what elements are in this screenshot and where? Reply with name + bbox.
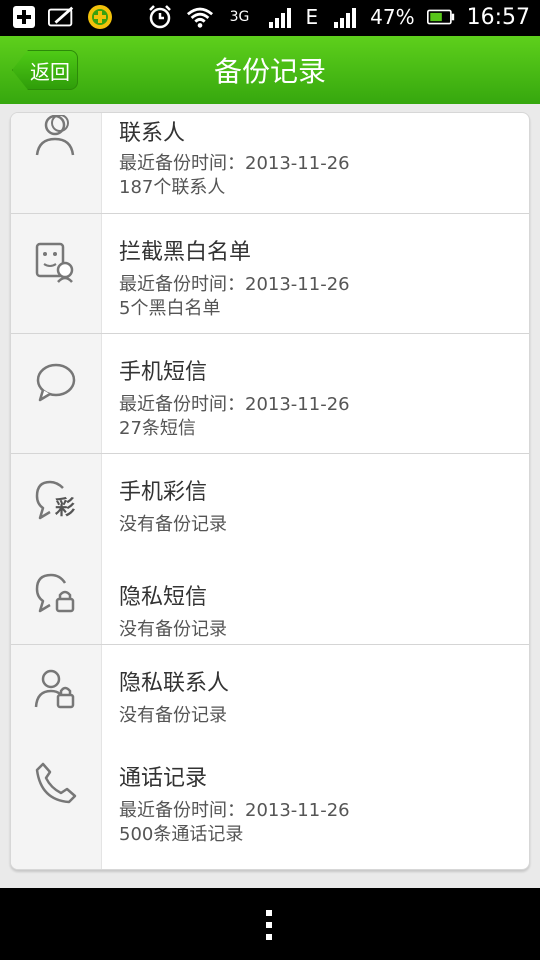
backup-item-contacts[interactable]: 联系人 最近备份时间：2013-11-26 187个联系人 (11, 113, 529, 213)
item-title: 隐私短信 (119, 585, 208, 610)
item-last-backup: 最近备份时间：2013-11-26 (119, 800, 350, 821)
signal-2-icon (330, 4, 358, 30)
clock: 16:57 (466, 4, 530, 30)
item-last-backup: 最近备份时间：2013-11-26 (119, 274, 350, 295)
system-nav-bar (0, 888, 540, 960)
backup-item-private-contacts[interactable]: 隐私联系人 没有备份记录 (11, 645, 529, 740)
item-last-backup: 最近备份时间：2013-11-26 (119, 394, 350, 415)
mms-icon: 彩 (33, 478, 79, 524)
network-e-indicator: E (305, 5, 319, 29)
backup-item-sms[interactable]: 手机短信 最近备份时间：2013-11-26 27条短信 (11, 334, 529, 453)
wifi-icon (186, 4, 214, 30)
item-count: 5个黑白名单 (119, 298, 221, 319)
blocklist-icon (33, 240, 79, 286)
battery-icon (426, 4, 455, 30)
backup-records-card: 联系人 最近备份时间：2013-11-26 187个联系人 拦截黑白名单 最近备… (10, 112, 530, 870)
item-last-backup: 最近备份时间：2013-11-26 (119, 153, 350, 174)
item-count: 500条通话记录 (119, 824, 244, 845)
item-title: 手机短信 (119, 360, 208, 385)
private-contacts-icon (33, 667, 79, 713)
backup-item-blocklist[interactable]: 拦截黑白名单 最近备份时间：2013-11-26 5个黑白名单 (11, 214, 529, 333)
item-title: 拦截黑白名单 (119, 240, 252, 265)
add-notification-icon (10, 4, 38, 30)
item-title: 手机彩信 (119, 480, 208, 505)
backup-list-area: 联系人 最近备份时间：2013-11-26 187个联系人 拦截黑白名单 最近备… (0, 104, 540, 888)
item-status: 没有备份记录 (119, 514, 227, 535)
signal-icon (266, 4, 294, 30)
backup-item-private-sms[interactable]: 隐私短信 没有备份记录 (11, 549, 529, 644)
page-title: 备份记录 (213, 55, 326, 88)
item-title: 通话记录 (119, 766, 208, 791)
svg-text:彩: 彩 (54, 495, 75, 519)
menu-icon[interactable] (266, 910, 274, 946)
item-status: 没有备份记录 (119, 619, 227, 640)
call-log-icon (33, 760, 79, 806)
contacts-icon (33, 114, 79, 161)
battery-percent: 47% (370, 5, 415, 29)
item-count: 27条短信 (119, 418, 196, 439)
item-title: 隐私联系人 (119, 671, 230, 696)
private-sms-icon (33, 571, 79, 617)
backup-item-mms[interactable]: 彩 手机彩信 没有备份记录 (11, 454, 529, 549)
backup-item-call-log[interactable]: 通话记录 最近备份时间：2013-11-26 500条通话记录 (11, 740, 529, 860)
item-status: 没有备份记录 (119, 705, 227, 726)
title-bar: 返回 备份记录 (0, 36, 540, 104)
item-title: 联系人 (119, 121, 186, 146)
item-count: 187个联系人 (119, 177, 226, 198)
edit-notification-icon (48, 4, 76, 30)
alarm-icon (146, 4, 174, 30)
sms-icon (33, 360, 79, 406)
3g-icon: 3G (229, 9, 250, 25)
app-notification-icon (86, 4, 114, 30)
status-bar: 3G E 47% 16:57 (0, 0, 540, 36)
